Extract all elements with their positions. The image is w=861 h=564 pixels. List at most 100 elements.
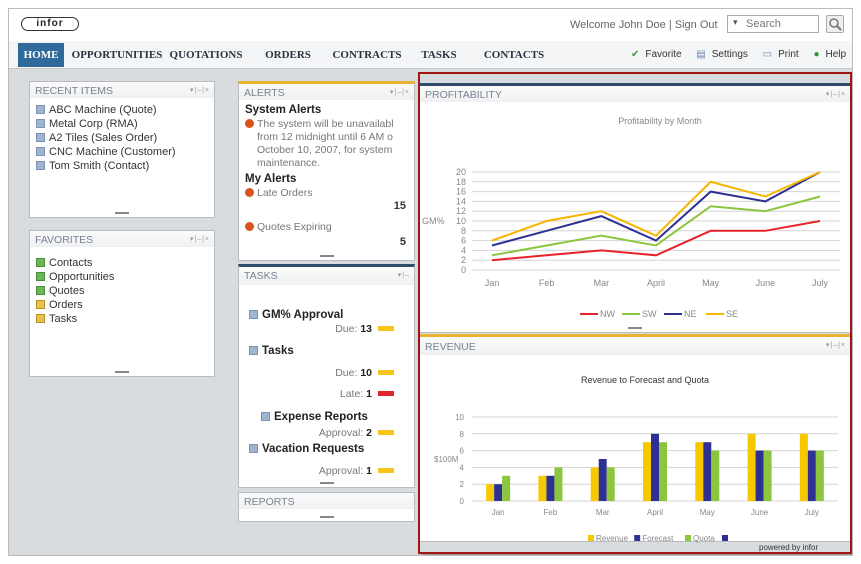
tasks-late-row: Late: 1 xyxy=(340,388,394,400)
search-button[interactable] xyxy=(826,15,844,33)
search-box[interactable]: ▾ xyxy=(727,15,819,33)
check-icon: ✔ xyxy=(631,49,640,60)
panel-controls-icon[interactable]: ▾|–|× xyxy=(190,86,210,94)
alerts-header[interactable]: ALERTS ▾|–|× xyxy=(239,84,414,100)
x-tick-label: Mar xyxy=(596,508,610,517)
tab-home[interactable]: HOME xyxy=(18,43,64,67)
favorite-item[interactable]: Tasks xyxy=(36,313,77,325)
customer-icon xyxy=(36,147,45,156)
favorite-button[interactable]: ✔ Favorite xyxy=(631,49,688,60)
bar-quota xyxy=(763,450,772,501)
settings-icon: ▤ xyxy=(696,49,706,60)
tab-contracts[interactable]: CONTRACTS xyxy=(327,43,407,67)
favorite-item[interactable]: Contacts xyxy=(36,257,92,269)
app-window: infor Welcome John Doe | Sign Out ▾ HOME… xyxy=(8,8,853,556)
legend-swatch xyxy=(588,535,594,541)
panel-controls-icon[interactable]: ▾|–|× xyxy=(826,90,846,98)
task-icon xyxy=(249,444,258,453)
quotes-icon xyxy=(36,286,45,295)
resize-grip[interactable] xyxy=(115,212,129,214)
expense-reports-item[interactable]: Expense Reports xyxy=(261,411,368,423)
bar-forecast xyxy=(651,433,659,501)
legend-label: Revenue xyxy=(596,534,629,543)
bar-quota xyxy=(711,450,720,501)
series-line-sw xyxy=(491,195,821,257)
x-tick-label: Jan xyxy=(485,278,500,288)
tasks-panel: TASKS ▾|– GM% Approval Due: 13 Tasks Due:… xyxy=(238,264,415,488)
system-alert-line: from 12 midnight until 6 AM o xyxy=(257,131,393,143)
bar-quota xyxy=(815,450,824,501)
task-icon xyxy=(261,412,270,421)
reports-header[interactable]: REPORTS xyxy=(239,493,414,509)
bar-quota xyxy=(606,467,615,501)
x-tick-label: July xyxy=(812,278,829,288)
panel-controls-icon[interactable]: ▾|– xyxy=(398,271,410,279)
due-indicator xyxy=(378,370,394,375)
search-input[interactable] xyxy=(746,17,816,31)
welcome-text[interactable]: Welcome John Doe | Sign Out xyxy=(570,19,718,31)
resize-grip[interactable] xyxy=(115,371,129,373)
late-orders-count: 15 xyxy=(393,200,406,212)
profitability-chart: Profitability by Month 02468101214161820 G… xyxy=(422,116,840,319)
task-icon xyxy=(249,346,258,355)
tab-opportunities[interactable]: OPPORTUNITIES xyxy=(68,43,166,67)
vacation-approval-row: Approval: 1 xyxy=(319,465,394,477)
print-button[interactable]: ▭ Print xyxy=(763,49,805,60)
bar-revenue xyxy=(747,433,756,501)
panel-controls-icon[interactable]: ▾|–|× xyxy=(190,235,210,243)
tab-orders[interactable]: ORDERS xyxy=(259,43,317,67)
x-tick-label: June xyxy=(751,508,769,517)
favorites-header[interactable]: FAVORITES ▾|–|× xyxy=(30,231,214,247)
help-button[interactable]: ● Help xyxy=(813,49,852,60)
vacation-requests-item[interactable]: Vacation Requests xyxy=(249,443,364,455)
bar-forecast xyxy=(703,442,712,501)
profitability-panel: PROFITABILITY ▾|–|× Profitability by Mont… xyxy=(419,83,851,333)
favorites-panel: FAVORITES ▾|–|× Contacts Opportunities Qu… xyxy=(29,230,215,377)
system-alert-line: October 10, 2007, for system xyxy=(257,144,393,156)
quotes-expiring-link[interactable]: Quotes Expiring xyxy=(245,221,332,233)
panel-controls-icon[interactable]: ▾|–|× xyxy=(390,88,410,96)
tasks-header[interactable]: TASKS ▾|– xyxy=(239,267,414,285)
legend-swatch xyxy=(722,535,728,541)
resize-grip[interactable] xyxy=(628,327,642,329)
y-tick-label: 2 xyxy=(460,480,465,489)
gm-due-row: Due: 13 xyxy=(335,323,394,335)
recent-item[interactable]: ABC Machine (Quote) xyxy=(36,104,157,116)
resize-grip[interactable] xyxy=(319,482,334,484)
tasks-item[interactable]: Tasks xyxy=(249,345,294,357)
bar-revenue xyxy=(799,433,808,501)
favorite-item[interactable]: Quotes xyxy=(36,285,84,297)
powered-by-logo: powered by infor xyxy=(759,543,819,552)
recent-items-header[interactable]: RECENT ITEMS ▾|–|× xyxy=(30,82,214,98)
alert-icon xyxy=(245,188,254,197)
panel-controls-icon[interactable]: ▾|–|× xyxy=(826,341,846,349)
task-icon xyxy=(249,310,258,319)
resize-grip[interactable] xyxy=(319,255,334,257)
recent-item[interactable]: Tom Smith (Contact) xyxy=(36,160,149,172)
approval-indicator xyxy=(378,430,394,435)
search-dropdown[interactable]: ▾ xyxy=(733,17,738,28)
recent-item[interactable]: Metal Corp (RMA) xyxy=(36,118,138,130)
bar-revenue xyxy=(695,442,704,501)
tab-tasks[interactable]: TASKS xyxy=(414,43,464,67)
alert-icon xyxy=(245,222,254,231)
x-tick-label: April xyxy=(647,278,665,288)
revenue-header[interactable]: REVENUE ▾|–|× xyxy=(420,337,850,355)
recent-item[interactable]: A2 Tiles (Sales Order) xyxy=(36,132,157,144)
profitability-header[interactable]: PROFITABILITY ▾|–|× xyxy=(420,86,850,102)
gm-approval-item[interactable]: GM% Approval xyxy=(249,309,343,321)
x-tick-label: June xyxy=(756,278,776,288)
y-tick-label: 4 xyxy=(460,463,465,472)
favorite-item[interactable]: Orders xyxy=(36,299,83,311)
recent-item[interactable]: CNC Machine (Customer) xyxy=(36,146,176,158)
approval-indicator xyxy=(378,468,394,473)
settings-button[interactable]: ▤ Settings xyxy=(696,49,754,60)
resize-grip[interactable] xyxy=(319,516,334,518)
favorite-item[interactable]: Opportunities xyxy=(36,271,114,283)
tasks-icon xyxy=(36,314,45,323)
system-alert-line: The system will be unavailabl xyxy=(245,118,394,130)
late-indicator xyxy=(378,391,394,396)
tab-quotations[interactable]: QUOTATIONS xyxy=(169,43,243,67)
late-orders-link[interactable]: Late Orders xyxy=(245,187,312,199)
tab-contacts[interactable]: CONTACTS xyxy=(479,43,549,67)
